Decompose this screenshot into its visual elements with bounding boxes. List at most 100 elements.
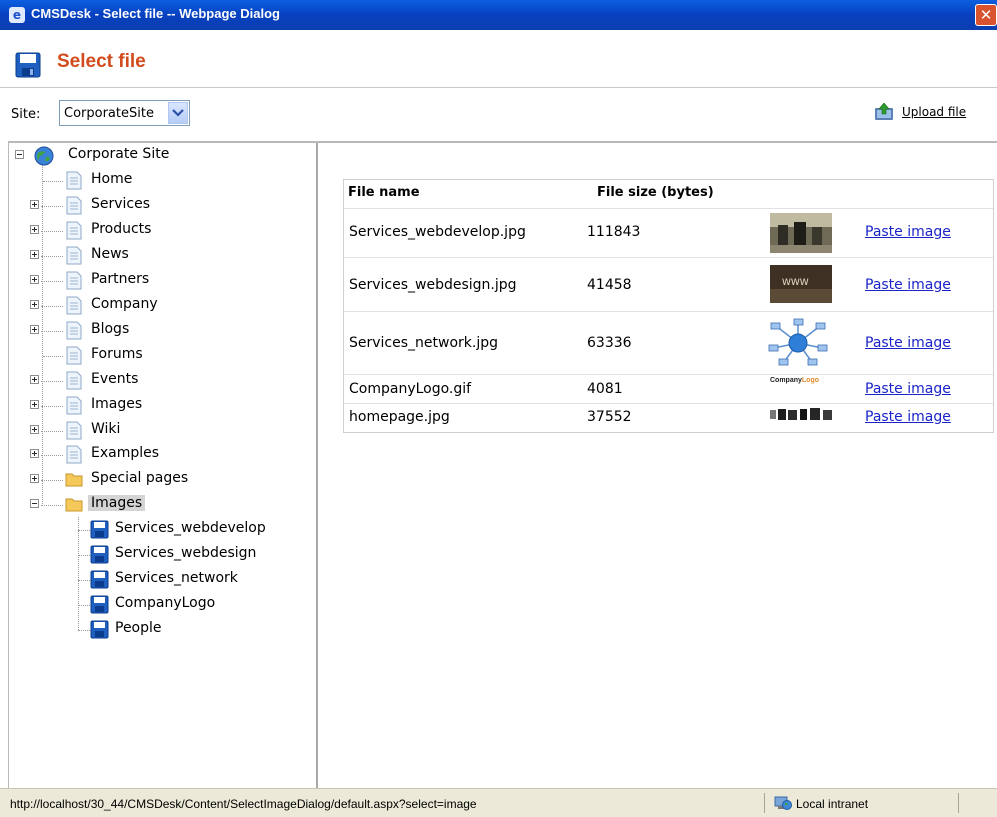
dropdown-arrow-button[interactable] [168,102,188,124]
tree-item-label[interactable]: Images [91,396,142,412]
tree-item-label[interactable]: Wiki [91,421,120,437]
tree-item-label[interactable]: Blogs [91,321,129,337]
expand-toggle[interactable] [30,325,39,334]
close-button[interactable]: ✕ [975,4,997,26]
expand-toggle[interactable] [30,375,39,384]
window-title: CMSDesk - Select file -- Webpage Dialog [31,6,280,21]
page-title: Select file [57,51,146,72]
upload-icon [875,102,893,120]
tree-item-images-folder[interactable]: Images [30,494,300,516]
tree-child-people[interactable]: People [78,619,308,641]
tree-item-events[interactable]: Events [30,370,300,392]
upload-file-link[interactable]: Upload file [874,102,966,125]
paste-image-link[interactable]: Paste image [865,409,951,425]
paste-image-link[interactable]: Paste image [865,277,951,293]
tree-root[interactable]: Corporate Site [15,145,305,167]
expand-toggle[interactable] [30,449,39,458]
file-name-cell: homepage.jpg [349,409,450,425]
tree-item-label[interactable]: Company [91,296,158,312]
tree-item-label-selected[interactable]: Images [88,495,146,511]
file-size-cell: 111843 [587,224,641,240]
tree-item-label[interactable]: Events [91,371,138,387]
folder-icon [65,473,83,487]
tree-child-services-webdesign[interactable]: Services_webdesign [78,544,308,566]
tree-connector [78,530,90,531]
tree-item-label[interactable]: Partners [91,271,149,287]
tree-child-label[interactable]: People [115,620,162,636]
tree-connector [78,555,90,556]
tree-item-home[interactable]: Home [30,170,300,192]
tree-item-products[interactable]: Products [30,220,300,242]
tree-connector [78,580,90,581]
tree-connector [41,480,63,481]
security-zone: Local intranet [774,795,868,815]
tree-child-services-webdevelop[interactable]: Services_webdevelop [78,519,308,541]
table-row: Services_network.jpg 63336 Paste image [344,312,993,375]
tree-item-images-page[interactable]: Images [30,395,300,417]
logo-text-logo: Logo [801,377,820,384]
site-select-value: CorporateSite [64,106,154,121]
tree-item-label[interactable]: Examples [91,445,159,461]
thumbnail-image [770,213,832,253]
tree-item-label[interactable]: Forums [91,346,143,362]
tree-connector [41,281,63,282]
logo-text-company: Company [770,377,802,384]
tree-child-label[interactable]: CompanyLogo [115,595,215,611]
tree-item-label[interactable]: Services [91,196,150,212]
tree-child-label[interactable]: Services_network [115,570,238,586]
tree-child-companylogo[interactable]: CompanyLogo [78,594,308,616]
collapse-toggle[interactable] [15,150,24,159]
paste-image-link[interactable]: Paste image [865,381,951,397]
column-header-file-name: File name [348,185,420,200]
tree-item-label[interactable]: Home [91,171,132,187]
paste-image-link[interactable]: Paste image [865,335,951,351]
tree-connector [78,605,90,606]
page-icon [66,246,82,265]
tree-item-examples[interactable]: Examples [30,444,300,466]
tree-item-partners[interactable]: Partners [30,270,300,292]
expand-toggle[interactable] [30,225,39,234]
tree-item-blogs[interactable]: Blogs [30,320,300,342]
tree-connector [78,630,90,631]
expand-toggle[interactable] [30,400,39,409]
tree-item-label[interactable]: Products [91,221,151,237]
page-icon [66,296,82,315]
tree-child-services-network[interactable]: Services_network [78,569,308,591]
tree-connector [41,206,63,207]
tree-root-label[interactable]: Corporate Site [68,146,169,162]
paste-image-link[interactable]: Paste image [865,224,951,240]
chevron-down-icon [172,109,184,117]
thumbnail-image: WWW [770,265,832,303]
expand-toggle[interactable] [30,474,39,483]
tree-item-news[interactable]: News [30,245,300,267]
tree-item-label[interactable]: News [91,246,129,262]
tree-child-label[interactable]: Services_webdesign [115,545,256,561]
tree-item-wiki[interactable]: Wiki [30,420,300,442]
expand-toggle[interactable] [30,425,39,434]
thumbnail-image [766,318,830,368]
tree-item-label[interactable]: Special pages [91,470,188,486]
tree-connector [43,356,63,357]
site-label: Site: [11,107,41,122]
expand-toggle[interactable] [30,300,39,309]
expand-toggle[interactable] [30,200,39,209]
site-select[interactable]: CorporateSite [59,100,190,126]
tree-connector [41,505,63,506]
image-file-icon [90,595,109,614]
expand-toggle[interactable] [30,275,39,284]
collapse-toggle[interactable] [30,499,39,508]
page-icon [66,271,82,290]
tree-item-company[interactable]: Company [30,295,300,317]
page-icon [66,196,82,215]
expand-toggle[interactable] [30,250,39,259]
tree-child-label[interactable]: Services_webdevelop [115,520,266,536]
image-file-icon [90,520,109,539]
tree-item-services[interactable]: Services [30,195,300,217]
upload-file-label[interactable]: Upload file [902,105,966,119]
page-icon [66,445,82,464]
tree-item-forums[interactable]: Forums [30,345,300,367]
tree-item-special-pages[interactable]: Special pages [30,469,300,491]
file-size-cell: 63336 [587,335,632,351]
status-url: http://localhost/30_44/CMSDesk/Content/S… [10,797,477,811]
window-title-bar[interactable]: e CMSDesk - Select file -- Webpage Dialo… [0,0,997,30]
